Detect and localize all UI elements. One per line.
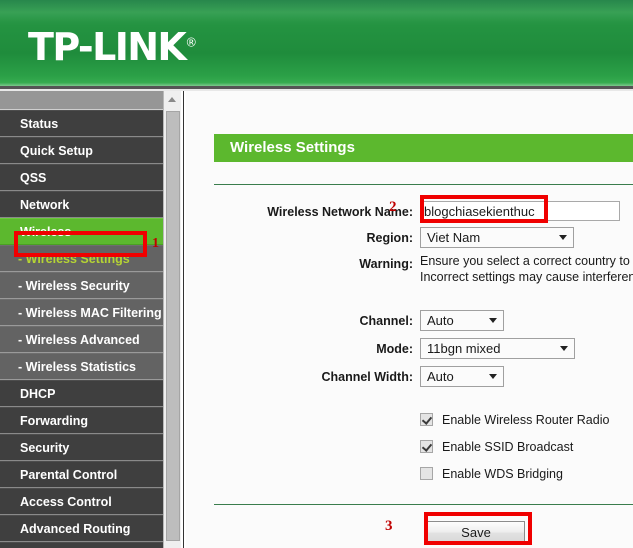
sidebar-menu-list: Status Quick Setup QSS Network Wireless - Wir… (0, 110, 163, 548)
warning-label: Warning: (359, 257, 413, 271)
page-header: TP-LINK® (0, 0, 633, 86)
scroll-up-arrow-icon[interactable] (164, 91, 181, 108)
chevron-down-icon (559, 235, 567, 240)
ssid-input[interactable] (420, 201, 620, 221)
header-gloss (0, 0, 633, 22)
mode-field-wrap: 11bgn mixed (420, 338, 575, 359)
row-channel-width: Channel Width: Auto (186, 366, 633, 388)
registered-trademark-icon: ® (185, 35, 198, 50)
main-content: Wireless Settings Wireless Network Name:… (186, 91, 633, 548)
sidebar-item-network[interactable]: Network (0, 191, 163, 218)
checkbox-label-enable-wireless-router-radio[interactable]: Enable Wireless Router Radio (442, 413, 609, 427)
sidebar-item-parental-control[interactable]: Parental Control (0, 461, 163, 488)
sidebar-item-wireless-security[interactable]: - Wireless Security (0, 272, 163, 299)
row-ssid: Wireless Network Name: (186, 201, 633, 223)
checkbox-enable-ssid-broadcast[interactable] (420, 440, 433, 453)
sidebar-item-quick-setup[interactable]: Quick Setup (0, 137, 163, 164)
sidebar-item-status[interactable]: Status (0, 110, 163, 137)
channel-width-select[interactable]: Auto (420, 366, 504, 387)
sidebar-nav: Status Quick Setup QSS Network Wireless - Wir… (0, 91, 163, 548)
region-selected-value: Viet Nam (427, 230, 481, 245)
row-mode: Mode: 11bgn mixed (186, 338, 633, 360)
ssid-field-wrap (420, 201, 620, 221)
scrollbar-thumb[interactable] (166, 111, 180, 541)
tplink-logo: TP-LINK® (28, 28, 197, 66)
sidebar-item-wireless-statistics[interactable]: - Wireless Statistics (0, 353, 163, 380)
sidebar-item-advanced-routing[interactable]: Advanced Routing (0, 515, 163, 542)
sidebar-item-forwarding[interactable]: Forwarding (0, 407, 163, 434)
sidebar-item-wireless-mac-filtering[interactable]: - Wireless MAC Filtering (0, 299, 163, 326)
warning-text-line1: Ensure you select a correct country to c (420, 254, 633, 268)
checkbox-enable-wireless-router-radio[interactable] (420, 413, 433, 426)
sidebar-item-security[interactable]: Security (0, 434, 163, 461)
content-divider (181, 91, 184, 548)
channel-width-selected-value: Auto (427, 369, 454, 384)
sidebar-item-wireless-settings[interactable]: - Wireless Settings (0, 245, 163, 272)
region-field-wrap: Viet Nam (420, 227, 574, 248)
router-admin-page: TP-LINK® Status Quick Setup QSS Network Wire… (0, 0, 633, 548)
page-title: Wireless Settings (214, 134, 633, 162)
ssid-label: Wireless Network Name: (267, 205, 413, 219)
warning-text-line2: Incorrect settings may cause interferen (420, 270, 633, 284)
top-rule (214, 184, 633, 185)
row-region: Region: Viet Nam (186, 227, 633, 249)
checkbox-row-enable-wireless-router-radio: Enable Wireless Router Radio (420, 409, 609, 431)
sidebar-item-bandwidth-control[interactable]: Bandwidth Control (0, 542, 163, 548)
region-select[interactable]: Viet Nam (420, 227, 574, 248)
channel-selected-value: Auto (427, 313, 454, 328)
checkbox-row-enable-wds-bridging: Enable WDS Bridging (420, 463, 563, 485)
logo-text: TP-LINK (28, 25, 187, 69)
chevron-down-icon (560, 346, 568, 351)
checkbox-label-enable-ssid-broadcast[interactable]: Enable SSID Broadcast (442, 440, 573, 454)
region-label: Region: (366, 231, 413, 245)
checkbox-enable-wds-bridging[interactable] (420, 467, 433, 480)
sidebar-scrollbar[interactable] (163, 91, 181, 548)
chevron-down-icon (489, 374, 497, 379)
row-channel: Channel: Auto (186, 310, 633, 332)
bottom-rule (214, 504, 633, 505)
checkbox-label-enable-wds-bridging[interactable]: Enable WDS Bridging (442, 467, 563, 481)
mode-select[interactable]: 11bgn mixed (420, 338, 575, 359)
sidebar-item-wireless-advanced[interactable]: - Wireless Advanced (0, 326, 163, 353)
sidebar-item-access-control[interactable]: Access Control (0, 488, 163, 515)
sidebar-item-wireless[interactable]: Wireless (0, 218, 163, 245)
channel-width-field-wrap: Auto (420, 366, 504, 387)
channel-label: Channel: (359, 314, 413, 328)
checkbox-row-enable-ssid-broadcast: Enable SSID Broadcast (420, 436, 573, 458)
channel-select[interactable]: Auto (420, 310, 504, 331)
mode-selected-value: 11bgn mixed (427, 341, 501, 356)
sidebar-item-dhcp[interactable]: DHCP (0, 380, 163, 407)
sidebar-top-band (0, 91, 163, 110)
chevron-down-icon (489, 318, 497, 323)
sidebar-item-qss[interactable]: QSS (0, 164, 163, 191)
channel-field-wrap: Auto (420, 310, 504, 331)
save-button[interactable]: Save (427, 521, 525, 544)
channel-width-label: Channel Width: (321, 370, 413, 384)
mode-label: Mode: (376, 342, 413, 356)
